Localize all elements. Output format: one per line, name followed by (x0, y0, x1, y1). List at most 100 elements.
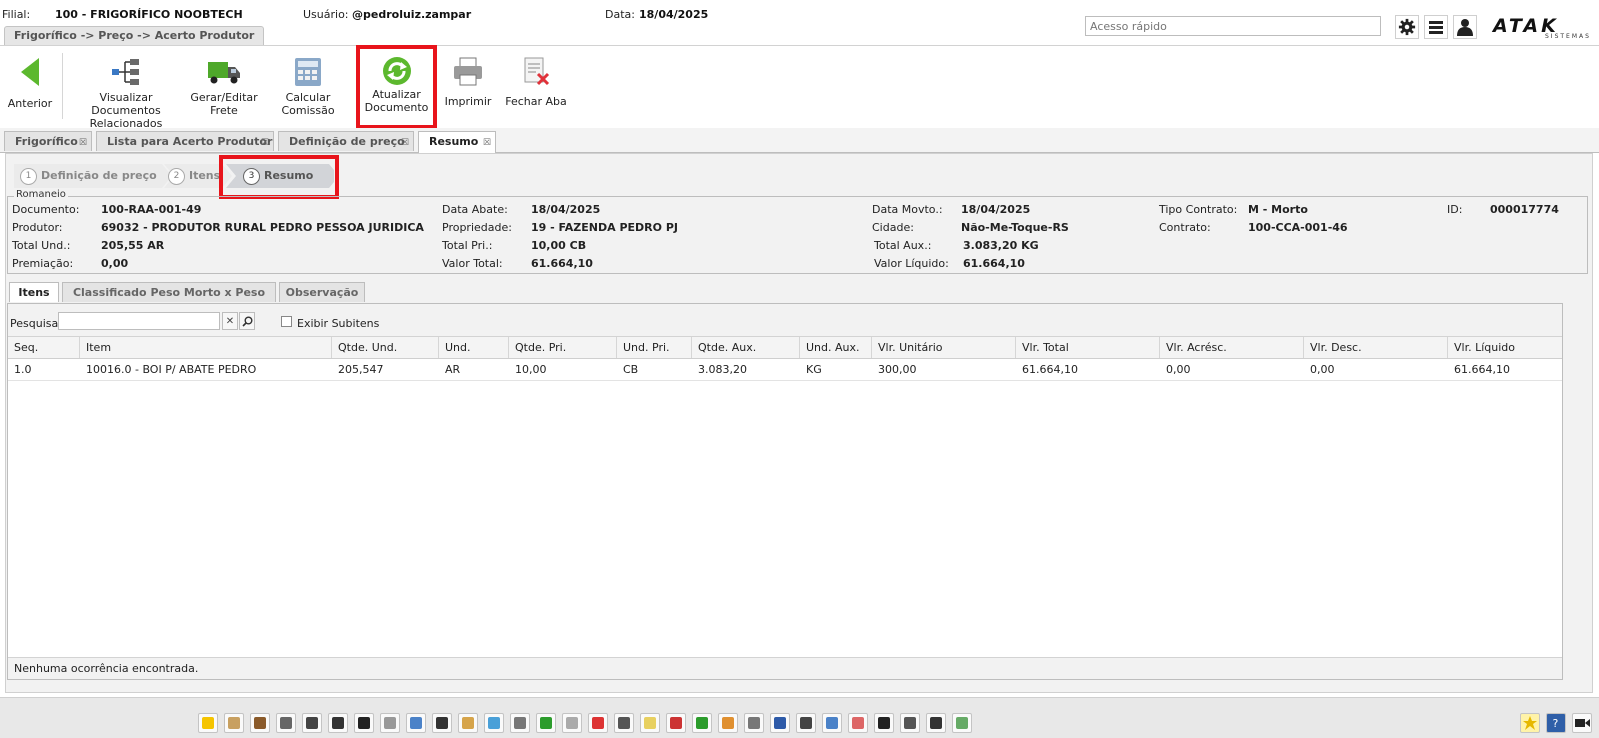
calcular-comissao-button[interactable]: Calcular Comissão (262, 45, 354, 127)
close-document-icon (524, 57, 550, 86)
tipo-contrato-value: M - Morto (1248, 203, 1308, 216)
search-icon (241, 316, 252, 327)
subtab-classificado[interactable]: Classificado Peso Morto x Peso Vivo (62, 282, 276, 319)
data-abate-value: 18/04/2025 (531, 203, 601, 216)
app-shortcut-icon[interactable] (692, 713, 712, 733)
clear-search-button[interactable]: ✕ (222, 312, 238, 330)
favorite-star-icon[interactable] (1520, 713, 1540, 733)
filial-label: Filial: (2, 8, 31, 21)
subtab-observacao[interactable]: Observação (279, 282, 365, 302)
col-seq[interactable]: Seq. (8, 337, 80, 358)
app-shortcut-icon[interactable] (562, 713, 582, 733)
close-icon[interactable]: ☒ (483, 133, 491, 153)
col-vlr-liquido[interactable]: Vlr. Líquido (1448, 337, 1562, 358)
close-icon[interactable]: ☒ (79, 133, 87, 153)
app-shortcut-icon[interactable] (796, 713, 816, 733)
app-shortcut-icon[interactable] (718, 713, 738, 733)
user-button[interactable] (1453, 15, 1477, 39)
app-shortcut-icon[interactable] (484, 713, 504, 733)
usuario-value: @pedroluiz.zampar (352, 8, 472, 21)
tab-definicao-preco[interactable]: Definição de preço ☒ (278, 131, 414, 151)
col-vlr-acresc[interactable]: Vlr. Acrésc. (1160, 337, 1304, 358)
col-vlr-unitario[interactable]: Vlr. Unitário (872, 337, 1016, 358)
cell-vlr-total: 61.664,10 (1022, 363, 1078, 376)
quick-access-input[interactable] (1085, 16, 1381, 36)
data-value: 18/04/2025 (639, 8, 709, 21)
breadcrumb[interactable]: Frigorífico -> Preço -> Acerto Produtor (4, 26, 265, 45)
close-icon[interactable]: ☒ (401, 133, 409, 153)
col-qtde-pri[interactable]: Qtde. Pri. (509, 337, 617, 358)
total-aux-label: Total Aux.: (874, 239, 932, 252)
app-shortcut-icon[interactable] (614, 713, 634, 733)
atualizar-documento-button[interactable]: Atualizar Documento (356, 45, 437, 129)
app-shortcut-icon[interactable] (770, 713, 790, 733)
app-shortcut-icon[interactable] (952, 713, 972, 733)
visualizar-documentos-button[interactable]: Visualizar Documentos Relacionados (68, 45, 184, 130)
app-shortcut-icon[interactable] (874, 713, 894, 733)
step-definicao-preco[interactable]: 1 Definição de preço (20, 164, 157, 188)
app-shortcut-icon[interactable] (432, 713, 452, 733)
app-shortcut-icon[interactable] (302, 713, 322, 733)
app-shortcut-icon[interactable] (588, 713, 608, 733)
data-label: Data: (605, 8, 635, 21)
anterior-button[interactable]: Anterior (4, 45, 56, 127)
app-shortcut-icon[interactable] (510, 713, 530, 733)
search-input[interactable] (58, 312, 220, 330)
app-shortcut-icon[interactable] (276, 713, 296, 733)
col-und[interactable]: Und. (439, 337, 509, 358)
atak-logo-sub: SISTEMAS (1545, 33, 1591, 40)
tab-resumo[interactable]: Resumo ☒ (418, 131, 496, 153)
app-shortcut-icon[interactable] (640, 713, 660, 733)
app-shortcut-icon[interactable] (328, 713, 348, 733)
step-itens[interactable]: 2 Itens (168, 164, 220, 188)
video-icon[interactable] (1572, 713, 1592, 733)
toolbar-divider (62, 53, 63, 119)
app-shortcut-icon[interactable] (900, 713, 920, 733)
col-vlr-total[interactable]: Vlr. Total (1016, 337, 1160, 358)
cell-qtde-aux: 3.083,20 (698, 363, 747, 376)
hierarchy-icon (112, 59, 139, 85)
app-shortcut-icon[interactable] (354, 713, 374, 733)
app-shortcut-icon[interactable] (822, 713, 842, 733)
app-shortcut-icon[interactable] (744, 713, 764, 733)
app-shortcut-icon[interactable] (926, 713, 946, 733)
search-button[interactable] (239, 312, 255, 330)
tab-lista-acerto[interactable]: Lista para Acerto Produtor ☒ (96, 131, 274, 151)
col-vlr-desc[interactable]: Vlr. Desc. (1304, 337, 1448, 358)
app-shortcut-icon[interactable] (250, 713, 270, 733)
gerar-frete-button[interactable]: Gerar/Editar Frete (190, 45, 258, 127)
imprimir-button[interactable]: Imprimir (442, 45, 494, 127)
exibir-subitens-checkbox[interactable] (281, 316, 292, 327)
tab-frigorifico[interactable]: Frigorífico ☒ (4, 131, 92, 151)
data-movto-label: Data Movto.: (872, 203, 943, 216)
subtab-itens[interactable]: Itens (9, 282, 59, 302)
app-shortcut-icon[interactable] (198, 713, 218, 733)
col-item[interactable]: Item (80, 337, 332, 358)
step-resumo-highlight (219, 155, 339, 199)
cell-item: 10016.0 - BOI P/ ABATE PEDRO (86, 363, 257, 376)
app-shortcut-icon[interactable] (458, 713, 478, 733)
app-shortcut-icon[interactable] (406, 713, 426, 733)
col-qtde-und[interactable]: Qtde. Und. (332, 337, 439, 358)
app-shortcut-icon[interactable] (666, 713, 686, 733)
col-und-aux[interactable]: Und. Aux. (800, 337, 872, 358)
cell-und-pri: CB (623, 363, 639, 376)
menu-button[interactable] (1424, 15, 1448, 39)
calculator-icon (295, 58, 321, 86)
fechar-aba-button[interactable]: Fechar Aba (504, 45, 568, 127)
app-shortcut-icon[interactable] (224, 713, 244, 733)
help-icon[interactable]: ? (1546, 713, 1566, 733)
close-icon[interactable]: ☒ (261, 133, 269, 153)
app-shortcut-icon[interactable] (536, 713, 556, 733)
cell-vlr-unitario: 300,00 (878, 363, 917, 376)
tipo-contrato-label: Tipo Contrato: (1159, 203, 1238, 216)
col-und-pri[interactable]: Und. Pri. (617, 337, 692, 358)
col-qtde-aux[interactable]: Qtde. Aux. (692, 337, 800, 358)
truck-icon (208, 62, 240, 84)
cidade-value: Não-Me-Toque-RS (961, 221, 1069, 234)
cell-vlr-desc: 0,00 (1310, 363, 1335, 376)
app-shortcut-icon[interactable] (380, 713, 400, 733)
cell-vlr-acresc: 0,00 (1166, 363, 1191, 376)
settings-button[interactable] (1395, 15, 1419, 39)
app-shortcut-icon[interactable] (848, 713, 868, 733)
